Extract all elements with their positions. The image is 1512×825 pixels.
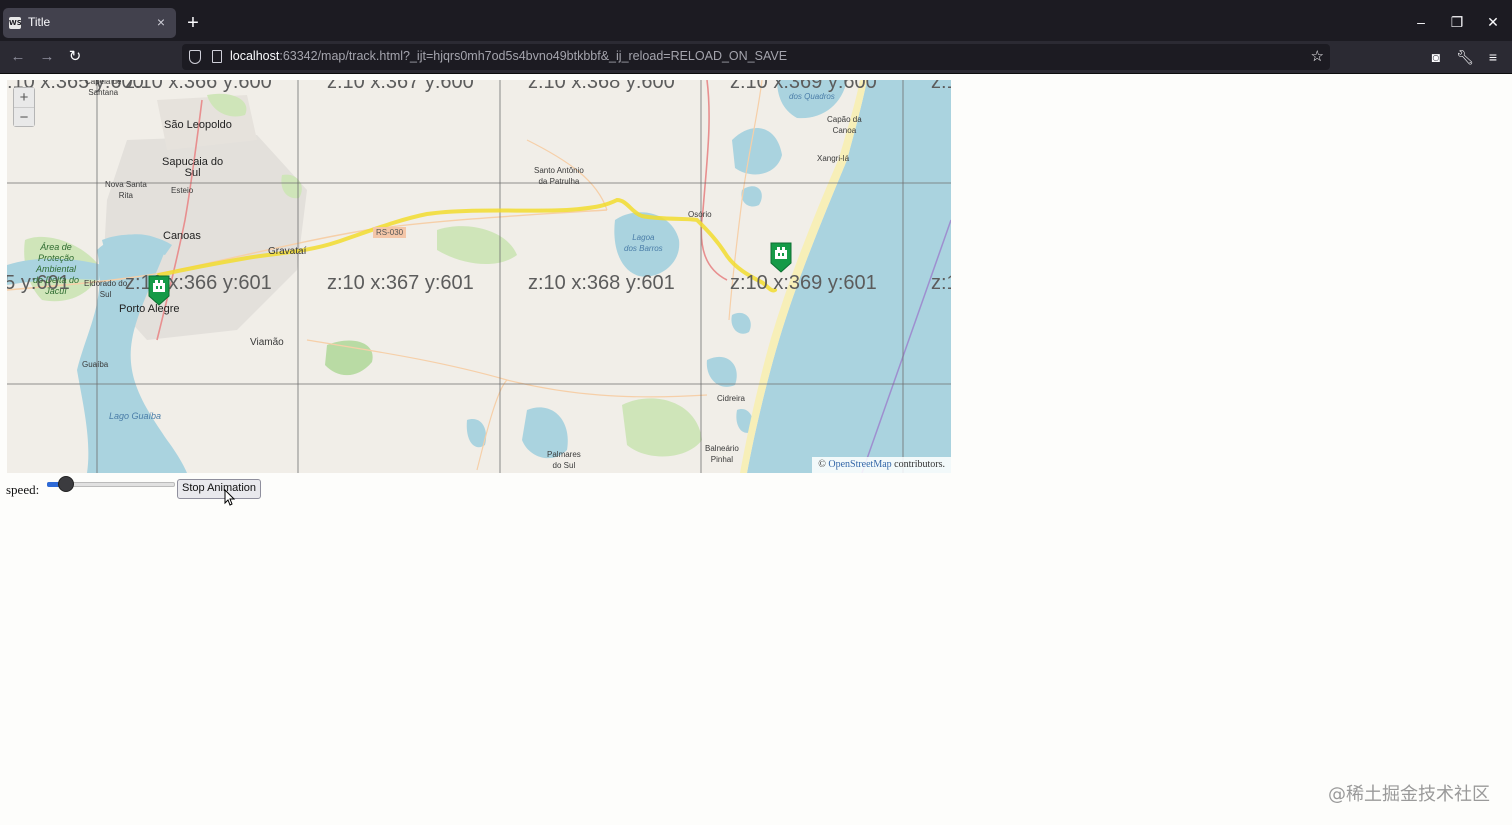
place-lagoa-quadros: dos Quadros	[789, 92, 835, 101]
place-santo-antonio: Santo Antônio da Patrulha	[534, 166, 584, 186]
place-guaiba: Guaíba	[82, 360, 109, 369]
back-button[interactable]: ←	[8, 48, 28, 66]
map-attribution: © OpenStreetMap contributors.	[812, 457, 951, 473]
place-canoas: Canoas	[163, 230, 201, 242]
tile-label-r0c3: z:10 x:368 y:600	[528, 80, 675, 93]
wrench-icon[interactable]: 🔧︎	[1455, 48, 1475, 66]
place-nova-santa-rita: Nova Santa Rita	[105, 180, 147, 200]
tile-label-r1c5: z:10 x:370 y:601	[931, 272, 951, 294]
tile-label-r1c3: z:10 x:368 y:601	[528, 272, 675, 294]
navigation-toolbar: ← → ↻ localhost:63342/map/track.html?_ij…	[0, 41, 1512, 74]
place-eldorado: Eldorado do Sul	[84, 279, 128, 299]
tile-label-r0c1: z:10 x:366 y:600	[125, 80, 272, 93]
place-lagoa-barros: Lagoa dos Barros	[624, 233, 663, 253]
tab-bar: WS Title × + – ❐ ✕	[0, 0, 1512, 41]
pocket-icon[interactable]: ◙	[1426, 48, 1446, 66]
place-cidreira: Cidreira	[717, 394, 746, 403]
place-osorio: Osório	[688, 210, 712, 219]
place-capao-da-canoa: Capão da Canoa	[827, 115, 862, 135]
url-host: localhost	[230, 49, 280, 63]
mouse-cursor-icon	[224, 489, 236, 506]
tab-title: Title	[28, 15, 51, 29]
start-marker[interactable]	[147, 274, 171, 306]
zoom-control: + −	[13, 87, 35, 127]
speed-label: speed:	[6, 482, 40, 497]
star-icon[interactable]: ☆	[1311, 47, 1324, 65]
stop-animation-button[interactable]: Stop Animation	[177, 479, 261, 499]
place-balneario-pinhal: Balneário Pinhal	[705, 444, 739, 464]
place-xangri-la: Xangri-lá	[817, 154, 850, 163]
tile-label-r0c2: z:10 x:367 y:600	[327, 80, 474, 93]
tab-title-tab[interactable]: WS Title ×	[3, 8, 176, 38]
place-viamao: Viamão	[250, 337, 284, 348]
zoom-in-button[interactable]: +	[14, 88, 34, 107]
slider-thumb[interactable]	[58, 476, 75, 492]
place-esteio: Esteio	[171, 186, 194, 195]
url-bar[interactable]: localhost:63342/map/track.html?_ijt=hjqr…	[182, 44, 1330, 70]
reload-button[interactable]: ↻	[65, 48, 85, 66]
place-santana: Capela de Santana	[85, 80, 122, 97]
place-lago-guaiba: Lago Guaíba	[109, 411, 162, 421]
forward-button[interactable]: →	[37, 48, 57, 66]
attribution-prefix: ©	[818, 459, 826, 470]
place-gravatai: Gravataí	[268, 246, 307, 257]
close-window-button[interactable]: ✕	[1481, 12, 1505, 32]
tile-label-r1c4: z:10 x:369 y:601	[730, 272, 877, 294]
zoom-out-button[interactable]: −	[14, 107, 34, 126]
page-icon[interactable]	[212, 50, 222, 63]
tile-label-r1c2: z:10 x:367 y:601	[327, 272, 474, 294]
road-shield-rs030: RS-030	[373, 227, 407, 238]
url-path: :63342/map/track.html?_ijt=hjqrs0mh7od5s…	[279, 49, 788, 63]
openstreetmap-link[interactable]: OpenStreetMap	[828, 459, 891, 470]
map[interactable]: z:10 x:365 y:600 z:10 x:366 y:600 z:10 x…	[7, 80, 951, 473]
webstorm-favicon-icon: WS	[9, 17, 22, 29]
minimize-button[interactable]: –	[1409, 12, 1433, 32]
new-tab-button[interactable]: +	[184, 12, 202, 34]
watermark: @稀土掘金技术社区	[1328, 784, 1490, 805]
menu-icon[interactable]: ≡	[1483, 48, 1503, 66]
shield-icon[interactable]	[189, 50, 201, 64]
url-text[interactable]: localhost:63342/map/track.html?_ijt=hjqr…	[230, 49, 787, 63]
place-sao-leopoldo: São Leopoldo	[164, 119, 232, 131]
place-palmares: Palmares do Sul	[547, 450, 581, 470]
place-sapucaia: Sapucaia do Sul	[162, 156, 224, 179]
tile-label-r0c5: z:10 x:370 y:600	[931, 80, 951, 93]
speed-slider[interactable]	[47, 476, 175, 492]
attribution-suffix: contributors.	[894, 459, 945, 470]
place-area-protecao: Área de Proteção Ambiental do Delta do J…	[33, 242, 80, 296]
restore-button[interactable]: ❐	[1445, 12, 1469, 32]
tab-close-icon[interactable]: ×	[152, 13, 170, 31]
end-marker[interactable]	[769, 241, 793, 273]
